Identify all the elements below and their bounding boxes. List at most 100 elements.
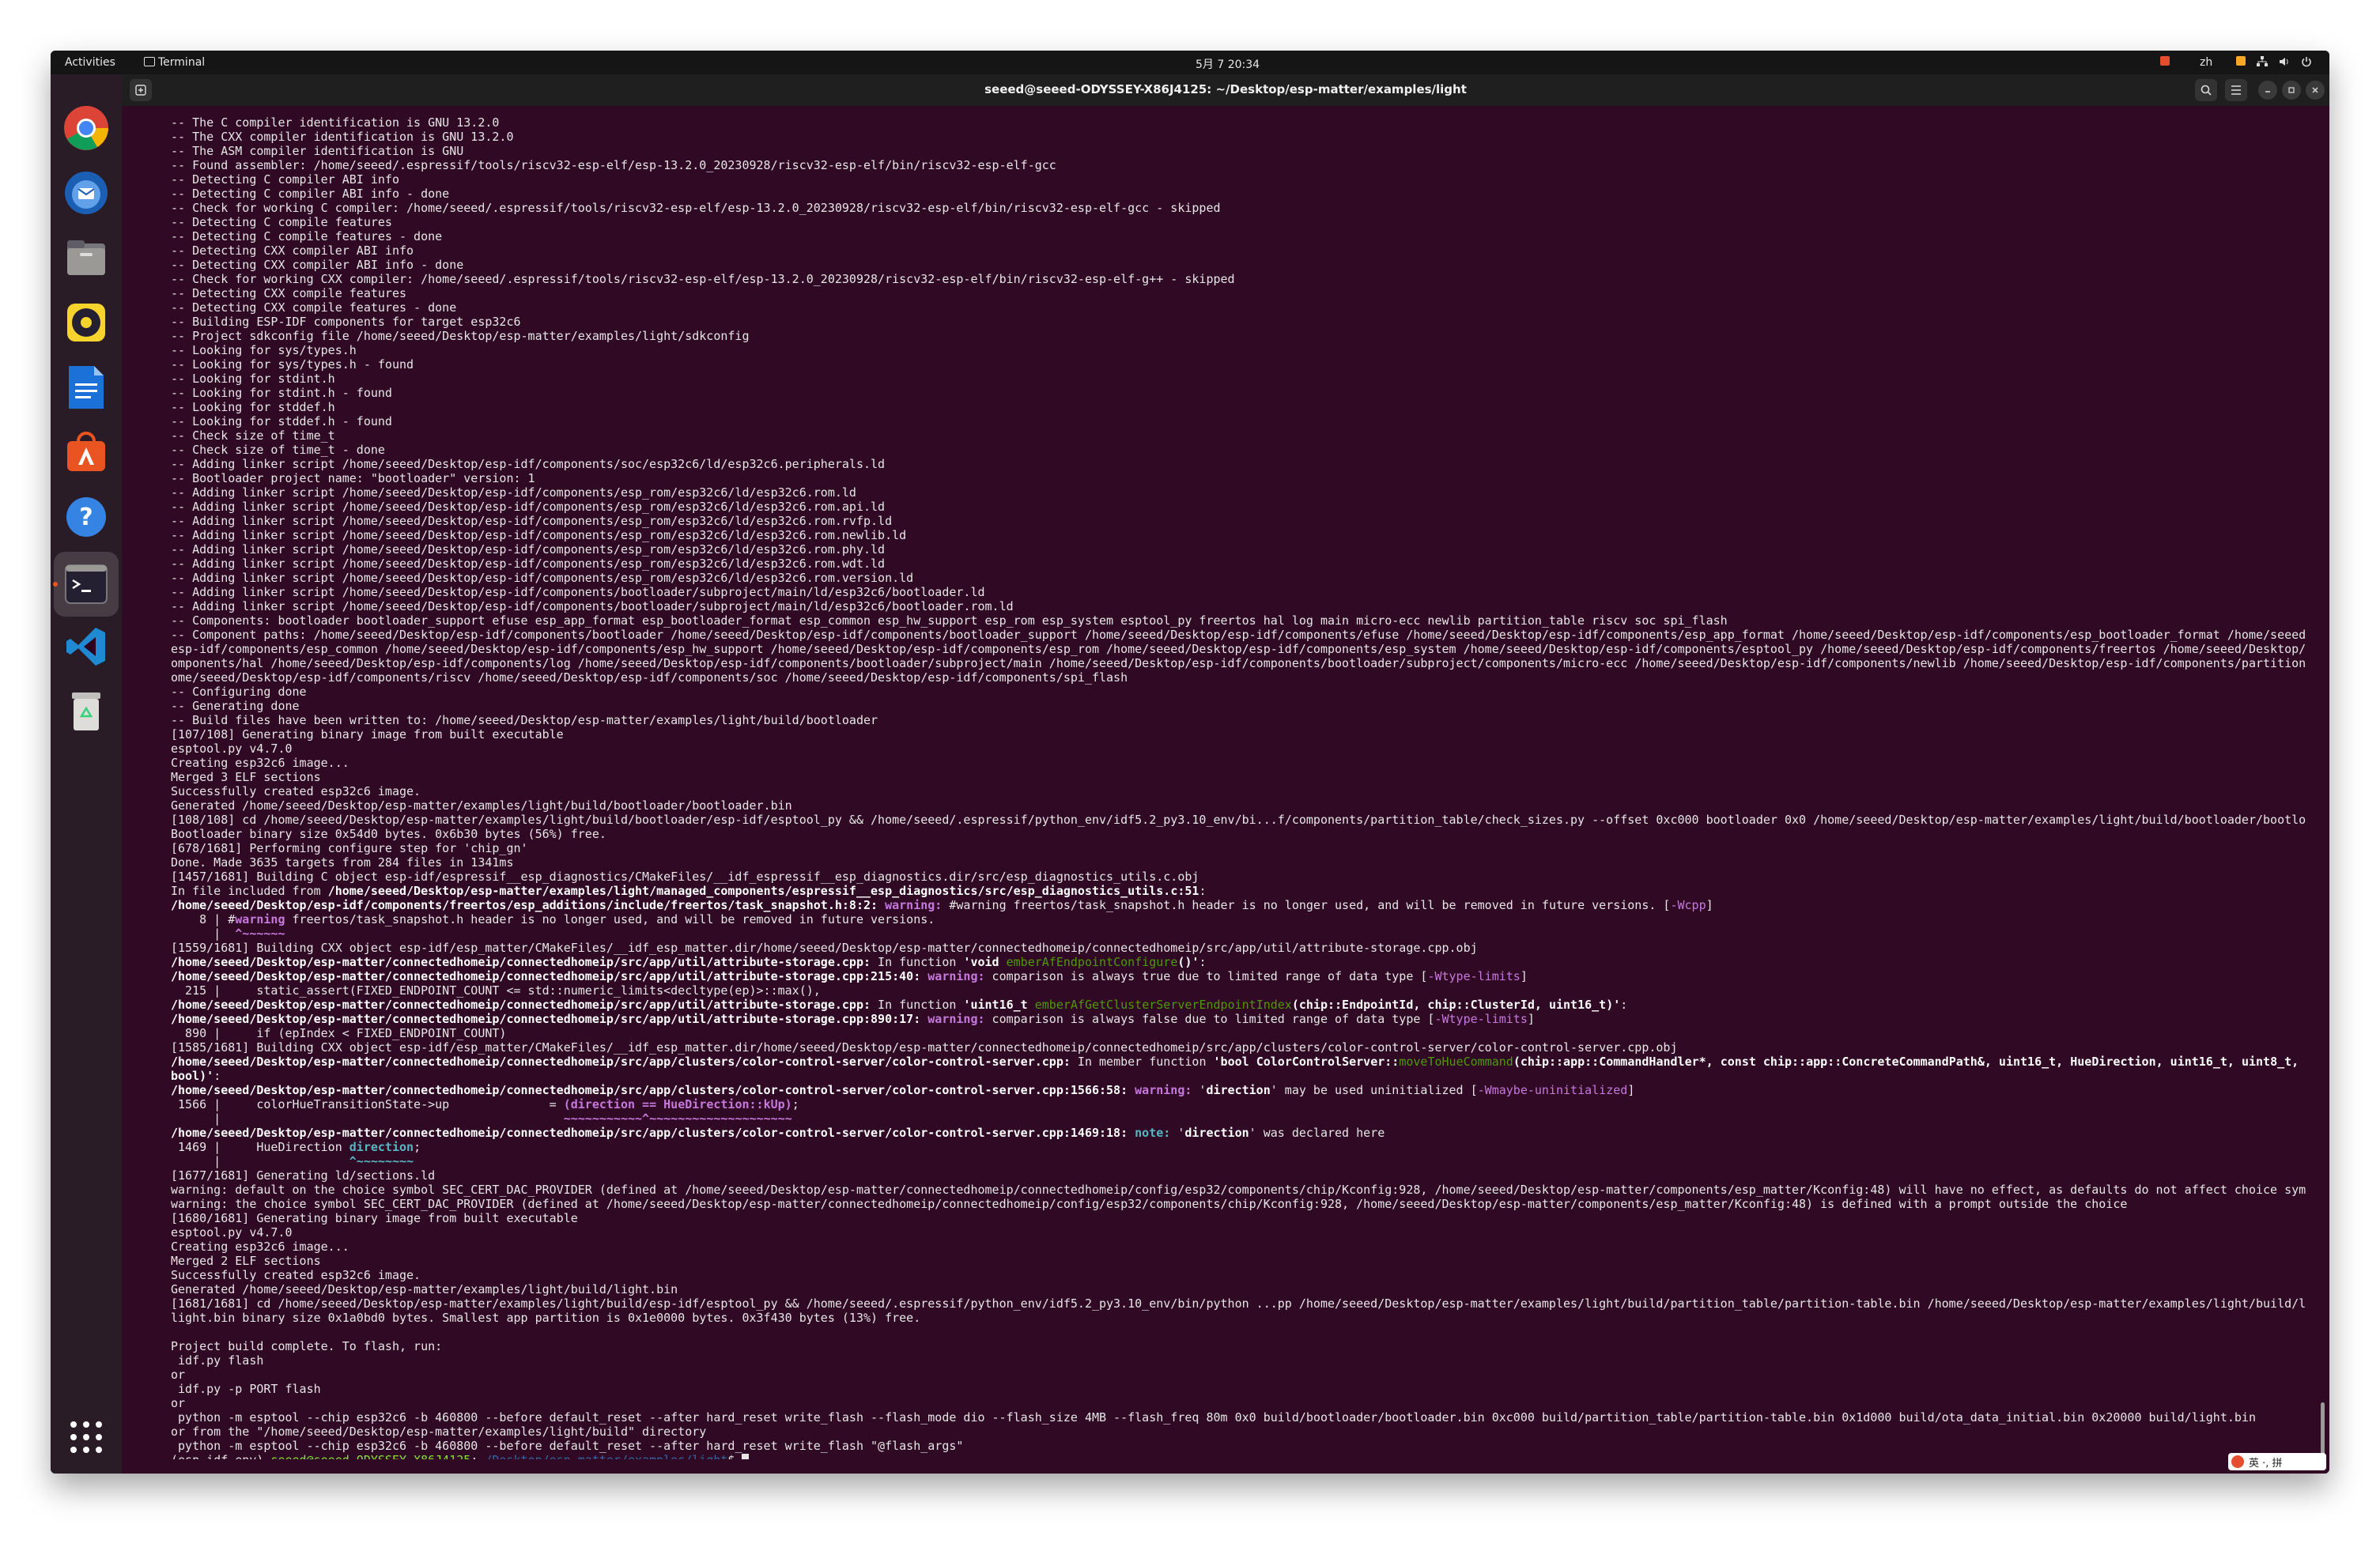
network-icon[interactable] bbox=[2257, 56, 2268, 70]
terminal-text: -- Generating done bbox=[171, 699, 300, 713]
chrome-icon[interactable] bbox=[61, 103, 111, 153]
maximize-icon[interactable] bbox=[2282, 81, 2301, 100]
terminal-text: ] bbox=[1520, 969, 1528, 983]
terminal-text: -- Detecting CXX compiler ABI info - don… bbox=[171, 258, 464, 272]
terminal-line: -- Check size of time_t - done bbox=[171, 443, 2306, 457]
terminal-text: -- Detecting C compiler ABI info bbox=[171, 172, 399, 187]
language-indicator[interactable]: zh bbox=[2200, 56, 2212, 69]
terminal-text: -- Looking for stddef.h bbox=[171, 400, 335, 414]
activities-button[interactable]: Activities bbox=[65, 56, 115, 69]
terminal-line: 8 | #warning freertos/task_snapshot.h he… bbox=[171, 912, 2306, 926]
terminal-line: -- Check for working CXX compiler: /home… bbox=[171, 272, 2306, 286]
terminal-text: idf.py flash bbox=[171, 1353, 264, 1368]
app-center-icon[interactable] bbox=[61, 427, 111, 477]
terminal-text: /home/seeed/Desktop/esp-matter/connected… bbox=[171, 1083, 1128, 1097]
ime-indicator-icon[interactable] bbox=[2160, 56, 2170, 69]
volume-icon[interactable] bbox=[2279, 56, 2290, 70]
thunderbird-icon[interactable] bbox=[61, 168, 111, 218]
title-bar[interactable]: seeed@seeed-ODYSSEY-X86J4125: ~/Desktop/… bbox=[122, 74, 2329, 106]
terminal-text: 'void bbox=[963, 955, 1007, 969]
show-apps-icon[interactable] bbox=[61, 1412, 111, 1462]
terminal-text: -- Check for working CXX compiler: /home… bbox=[171, 272, 1235, 286]
terminal-text: #warning freertos/task_snapshot.h header… bbox=[942, 898, 1671, 912]
terminal-window: seeed@seeed-ODYSSEY-X86J4125: ~/Desktop/… bbox=[122, 74, 2329, 1474]
terminal-text: /home/seeed/Desktop/esp-matter/connected… bbox=[171, 1012, 921, 1026]
terminal-text: (chip::EndpointId, chip::ClusterId, uint… bbox=[1291, 998, 1621, 1012]
clock[interactable]: 5月 7 20:34 bbox=[1196, 56, 1260, 72]
terminal-text: [108/108] cd /home/seeed/Desktop/esp-mat… bbox=[171, 813, 2306, 827]
terminal-text: -- Detecting CXX compile features - done bbox=[171, 300, 457, 315]
terminal-text: [1457/1681] Building C object esp-idf/es… bbox=[171, 870, 1199, 884]
terminal-line: bool)': bbox=[171, 1069, 2306, 1083]
terminal-text: warning: bbox=[927, 969, 985, 983]
running-indicator bbox=[53, 582, 58, 587]
sogou-icon[interactable] bbox=[2231, 1455, 2244, 1468]
terminal-text: -- Adding linker script /home/seeed/Desk… bbox=[171, 557, 886, 571]
terminal-text: : bbox=[1199, 955, 1207, 969]
terminal-text: -Wmaybe-uninitialized bbox=[1477, 1083, 1628, 1097]
terminal-text: Done. Made 3635 targets from 284 files i… bbox=[171, 855, 514, 870]
terminal-text: Merged 2 ELF sections bbox=[171, 1254, 321, 1268]
terminal-line: -- Found assembler: /home/seeed/.espress… bbox=[171, 158, 2306, 172]
terminal-text: -- Components: bootloader bootloader_sup… bbox=[171, 613, 1728, 628]
terminal-line: -- Check for working C compiler: /home/s… bbox=[171, 201, 2306, 215]
terminal-text: [1680/1681] Generating binary image from… bbox=[171, 1211, 578, 1225]
power-icon[interactable] bbox=[2301, 56, 2312, 70]
terminal-icon[interactable] bbox=[61, 559, 111, 609]
terminal-line: -- Adding linker script /home/seeed/Desk… bbox=[171, 528, 2306, 542]
terminal-text: [1681/1681] cd /home/seeed/Desktop/esp-m… bbox=[171, 1296, 2306, 1311]
terminal-text: | bbox=[171, 1111, 564, 1126]
terminal-text: -- Adding linker script /home/seeed/Desk… bbox=[171, 542, 886, 557]
terminal-text: -- Looking for sys/types.h bbox=[171, 343, 357, 357]
terminal-line: python -m esptool --chip esp32c6 -b 4608… bbox=[171, 1410, 2306, 1425]
terminal-output[interactable]: -- The C compiler identification is GNU … bbox=[171, 115, 2306, 1459]
terminal-text: ; bbox=[791, 1097, 799, 1111]
vscode-icon[interactable] bbox=[61, 621, 111, 672]
terminal-text: comparison is always true due to limited… bbox=[984, 969, 1428, 983]
terminal-text: Generated /home/seeed/Desktop/esp-matter… bbox=[171, 1282, 678, 1296]
terminal-text: or bbox=[171, 1396, 186, 1410]
terminal-text: -- Build files have been written to: /ho… bbox=[171, 713, 878, 727]
hamburger-menu-icon[interactable] bbox=[2225, 79, 2247, 101]
dock: ? bbox=[51, 74, 122, 1474]
terminal-text: -- Adding linker script /home/seeed/Desk… bbox=[171, 585, 985, 599]
terminal-text: Bootloader binary size 0x54d0 bytes. 0x6… bbox=[171, 827, 606, 841]
terminal-line: Generated /home/seeed/Desktop/esp-matter… bbox=[171, 1282, 2306, 1296]
terminal-text: [1585/1681] Building CXX object esp-idf/… bbox=[171, 1040, 1678, 1055]
terminal-line: | ^~~~~~~~~ bbox=[171, 1154, 2306, 1168]
trash-icon[interactable] bbox=[61, 686, 111, 737]
search-icon[interactable] bbox=[2195, 79, 2217, 101]
ime-toolbar-label: 英 ·, 拼 bbox=[2249, 1457, 2283, 1470]
terminal-line: [1681/1681] cd /home/seeed/Desktop/esp-m… bbox=[171, 1296, 2306, 1311]
terminal-line: -- Looking for stddef.h bbox=[171, 400, 2306, 414]
terminal-text: | bbox=[171, 1154, 349, 1168]
terminal-text: -- The C compiler identification is GNU … bbox=[171, 115, 500, 130]
terminal-text: $ bbox=[727, 1453, 742, 1459]
terminal-text: 8 | # bbox=[171, 912, 236, 926]
terminal-line: -- Adding linker script /home/seeed/Desk… bbox=[171, 542, 2306, 557]
terminal-text: ()' bbox=[1177, 955, 1199, 969]
files-icon[interactable] bbox=[61, 232, 111, 283]
rhythmbox-icon[interactable] bbox=[61, 297, 111, 348]
terminal-line: ome/seeed/Desktop/esp-idf/components/ris… bbox=[171, 670, 2306, 685]
terminal-line: [108/108] cd /home/seeed/Desktop/esp-mat… bbox=[171, 813, 2306, 827]
accessibility-icon[interactable] bbox=[2236, 56, 2246, 69]
terminal-text: 215 | static_assert(FIXED_ENDPOINT_COUNT… bbox=[171, 983, 821, 998]
terminal-line: or bbox=[171, 1368, 2306, 1382]
terminal-text: /home/seeed/Desktop/esp-matter/connected… bbox=[171, 955, 871, 969]
terminal-text: ^~~~~~~ bbox=[235, 926, 285, 941]
ime-toolbar[interactable]: 英 ·, 拼 bbox=[2228, 1453, 2326, 1470]
minimize-icon[interactable] bbox=[2258, 81, 2277, 100]
writer-icon[interactable] bbox=[61, 362, 111, 413]
terminal-text: -- Detecting CXX compile features bbox=[171, 286, 407, 300]
terminal-text: ~/Desktop/esp-matter/examples/light bbox=[478, 1453, 727, 1459]
terminal-line: Merged 2 ELF sections bbox=[171, 1254, 2306, 1268]
app-menu[interactable]: Terminal bbox=[144, 56, 205, 69]
terminal-text: /home/seeed/Desktop/esp-matter/connected… bbox=[171, 998, 871, 1012]
help-icon[interactable]: ? bbox=[61, 492, 111, 542]
terminal-line: /home/seeed/Desktop/esp-matter/connected… bbox=[171, 1083, 2306, 1097]
terminal-line: omponents/hal /home/seeed/Desktop/esp-id… bbox=[171, 656, 2306, 670]
terminal-text: -Wtype-limits bbox=[1427, 969, 1521, 983]
close-icon[interactable] bbox=[2306, 81, 2325, 100]
